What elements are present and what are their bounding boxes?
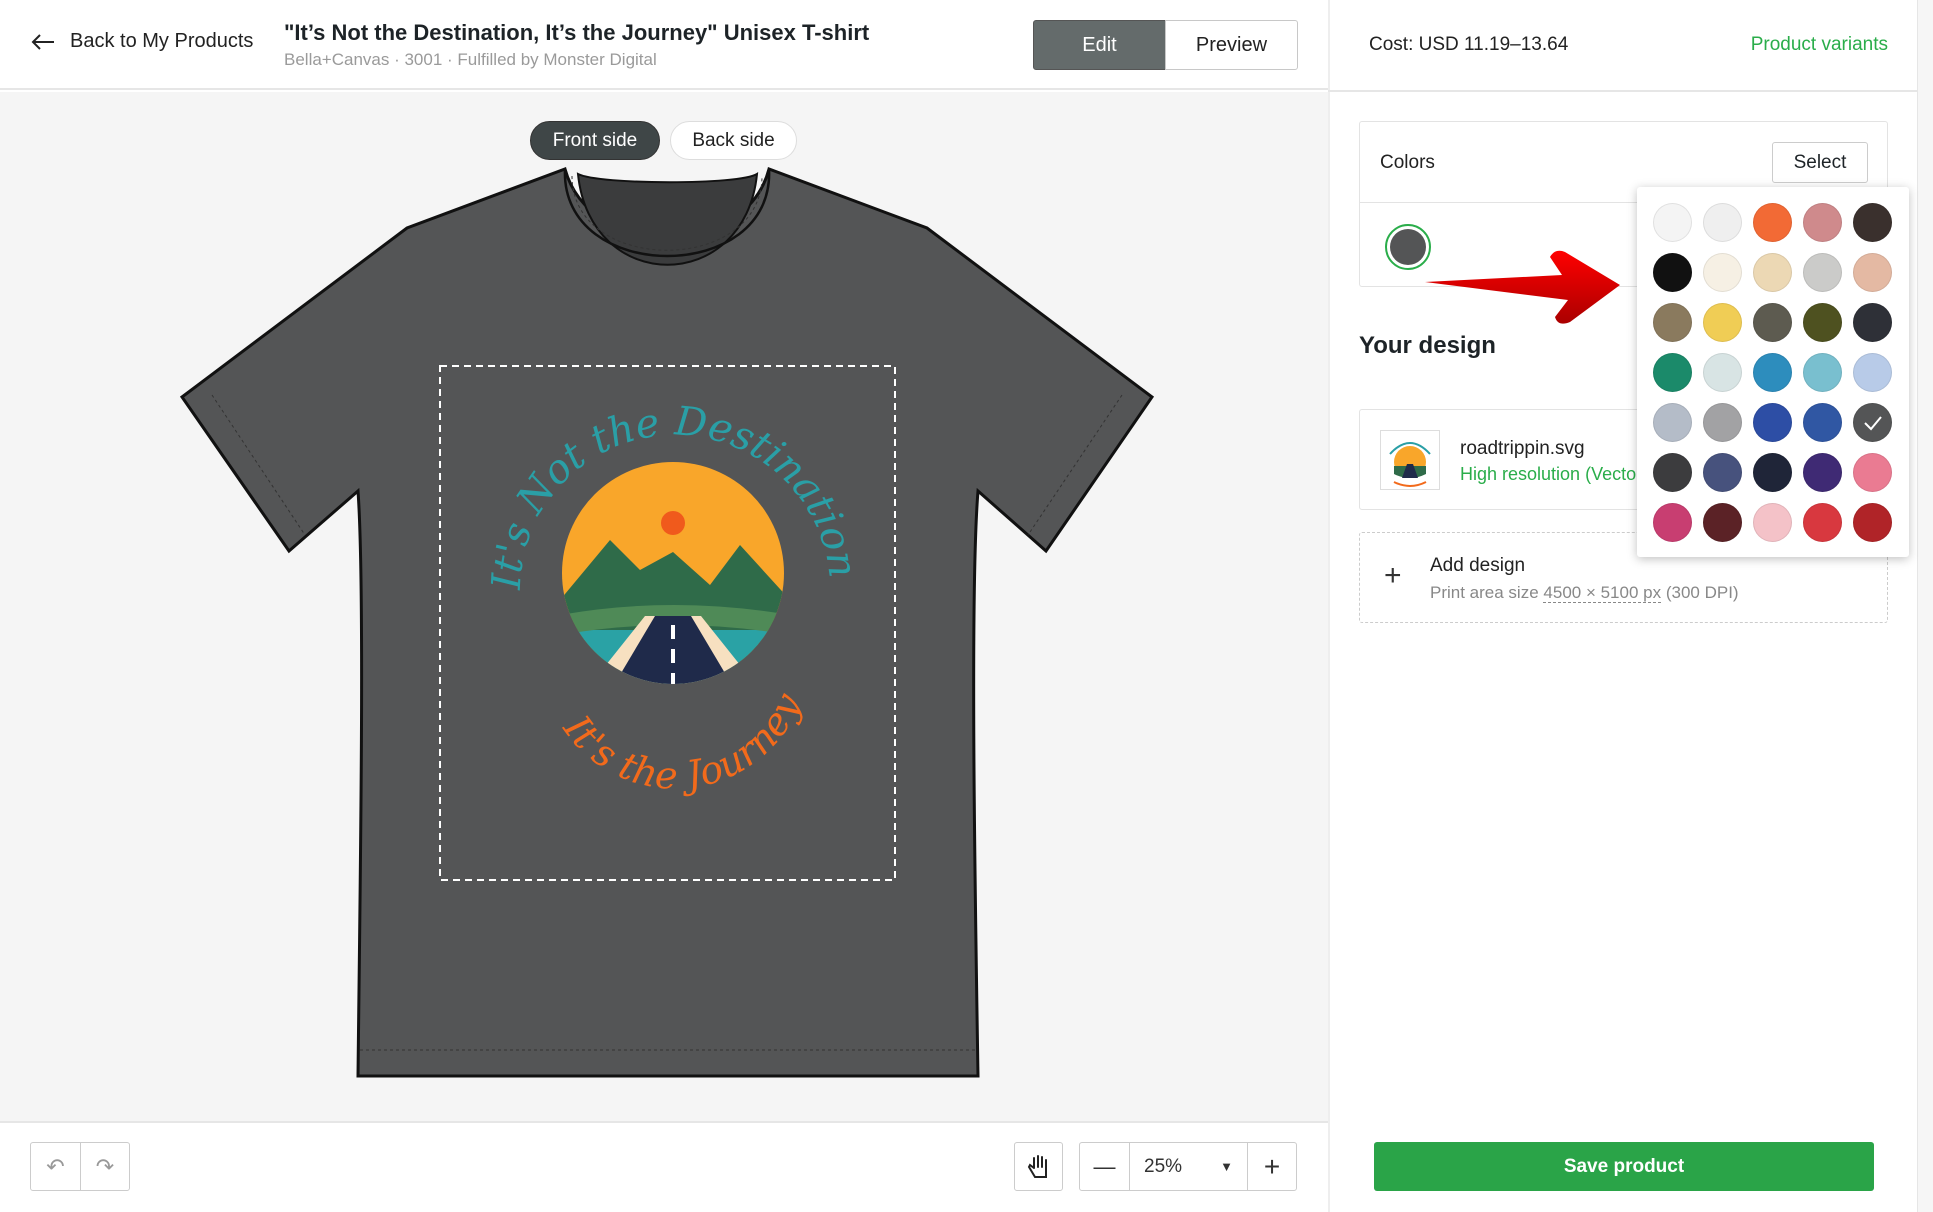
color-swatch[interactable] (1753, 353, 1792, 392)
color-swatch[interactable] (1703, 353, 1742, 392)
color-swatch[interactable] (1703, 253, 1742, 292)
redo-button[interactable]: ↷ (80, 1142, 130, 1191)
color-swatch[interactable] (1853, 503, 1892, 542)
undo-button[interactable]: ↶ (30, 1142, 81, 1191)
colors-label: Colors (1380, 152, 1435, 173)
color-picker-popup (1637, 187, 1909, 557)
arrow-left-icon (31, 33, 54, 50)
color-swatch[interactable] (1653, 403, 1692, 442)
color-swatch[interactable] (1803, 203, 1842, 242)
color-swatch[interactable] (1653, 203, 1692, 242)
color-swatch[interactable] (1703, 303, 1742, 342)
checkmark-icon (1863, 415, 1882, 430)
add-design-label: Add design (1430, 555, 1526, 576)
caret-down-icon: ▼ (1220, 1159, 1233, 1174)
color-swatch[interactable] (1653, 503, 1692, 542)
back-to-products-link[interactable]: Back to My Products (30, 30, 253, 53)
color-swatch[interactable] (1803, 303, 1842, 342)
save-product-button[interactable]: Save product (1374, 1142, 1874, 1191)
color-swatch[interactable] (1803, 403, 1842, 442)
color-swatch[interactable] (1853, 253, 1892, 292)
color-swatch[interactable] (1653, 303, 1692, 342)
color-swatch[interactable] (1753, 253, 1792, 292)
color-swatch[interactable] (1853, 203, 1892, 242)
zoom-out-button[interactable]: — (1079, 1142, 1130, 1191)
tshirt-mockup: It's Not the Destination It's the Journe… (179, 167, 1155, 1078)
color-swatch[interactable] (1853, 453, 1892, 492)
select-colors-button[interactable]: Select (1772, 142, 1868, 183)
color-swatch[interactable] (1653, 453, 1692, 492)
color-swatch[interactable] (1703, 503, 1742, 542)
color-swatch[interactable] (1653, 253, 1692, 292)
design-file-quality: High resolution (Vector) (1460, 464, 1649, 484)
color-swatch[interactable] (1853, 303, 1892, 342)
redo-icon: ↷ (95, 1153, 115, 1179)
undo-icon: ↶ (46, 1153, 65, 1179)
edit-tab[interactable]: Edit (1033, 20, 1166, 70)
color-swatch[interactable] (1703, 453, 1742, 492)
color-swatch[interactable] (1803, 503, 1842, 542)
zoom-level-select[interactable]: 25% ▼ (1129, 1142, 1248, 1191)
your-design-heading: Your design (1359, 332, 1496, 359)
zoom-value: 25% (1144, 1155, 1183, 1177)
color-swatch[interactable] (1803, 253, 1842, 292)
plus-icon: + (1263, 1150, 1281, 1182)
plus-icon: + (1384, 559, 1402, 592)
color-swatch[interactable] (1653, 353, 1692, 392)
color-swatch[interactable] (1853, 403, 1892, 442)
divider (1328, 90, 1917, 92)
color-swatch[interactable] (1703, 203, 1742, 242)
design-thumbnail (1380, 430, 1440, 490)
print-area-prefix: Print area size (1430, 583, 1539, 602)
preview-tab[interactable]: Preview (1165, 20, 1298, 70)
design-file-name: roadtrippin.svg (1460, 438, 1585, 459)
hand-icon (1027, 1154, 1047, 1178)
product-subtitle: Bella+Canvas · 3001 · Fulfilled by Monst… (284, 50, 657, 69)
cost-label: Cost: USD 11.19–13.64 (1369, 34, 1569, 55)
color-swatch[interactable] (1803, 453, 1842, 492)
pan-tool-button[interactable] (1014, 1142, 1063, 1191)
color-swatch[interactable] (1753, 503, 1792, 542)
print-area-info: Print area size 4500 × 5100 px (300 DPI) (1430, 583, 1739, 603)
scrollbar[interactable] (1917, 0, 1933, 1212)
color-swatch[interactable] (1753, 453, 1792, 492)
zoom-in-button[interactable]: + (1247, 1142, 1297, 1191)
color-swatch[interactable] (1803, 353, 1842, 392)
color-swatch[interactable] (1703, 403, 1742, 442)
color-swatch[interactable] (1753, 203, 1792, 242)
color-swatch[interactable] (1853, 353, 1892, 392)
color-swatch[interactable] (1753, 303, 1792, 342)
red-arrow-annotation (1425, 250, 1620, 324)
product-title: "It’s Not the Destination, It’s the Jour… (284, 20, 870, 45)
minus-icon: — (1093, 1153, 1116, 1179)
back-label: Back to My Products (70, 30, 254, 52)
color-swatch[interactable] (1753, 403, 1792, 442)
print-area-size: 4500 × 5100 px (1543, 583, 1662, 603)
print-area-dpi: (300 DPI) (1665, 583, 1739, 602)
product-variants-link[interactable]: Product variants (1742, 34, 1888, 56)
